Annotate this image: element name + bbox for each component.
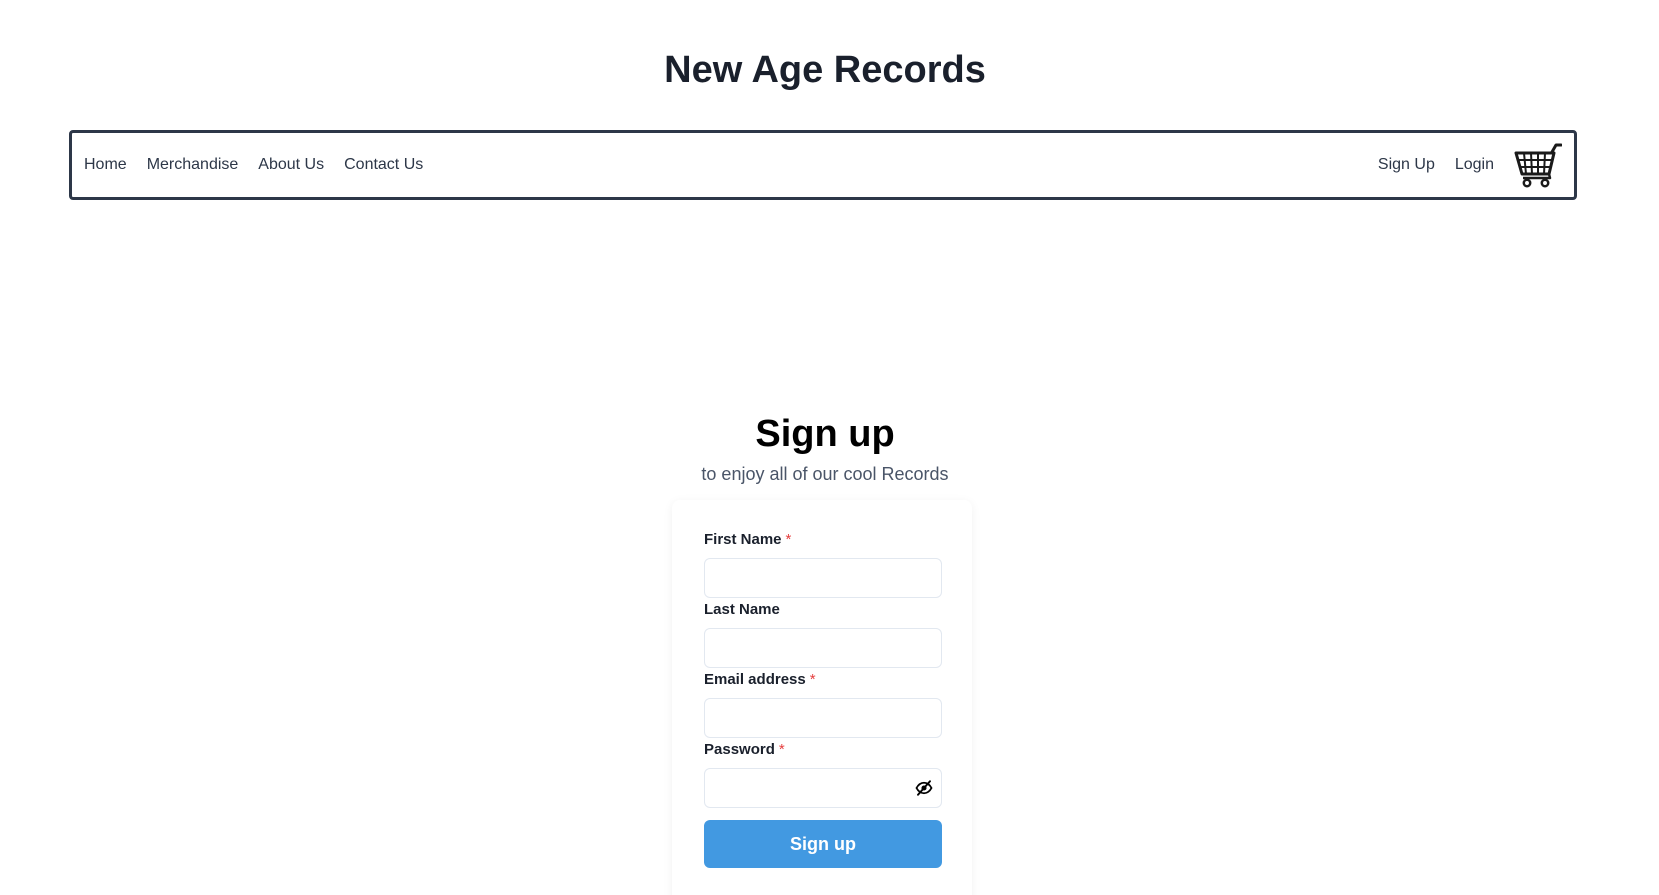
nav-right-group: Sign Up Login [1378,142,1562,188]
nav-link-about-us[interactable]: About Us [258,155,324,175]
last-name-input[interactable] [704,628,942,668]
nav-link-home[interactable]: Home [84,155,127,175]
page: New Age Records Home Merchandise About U… [0,0,1659,895]
password-label: Password * [704,740,785,760]
signup-form-card: First Name * Last Name Email address * Pas… [672,500,972,895]
email-label-text: Email address [704,671,806,688]
signup-heading: Sign up [755,413,895,455]
last-name-label: Last Name [704,600,780,620]
password-input[interactable] [704,768,942,808]
last-name-label-text: Last Name [704,601,780,618]
main-navbar: Home Merchandise About Us Contact Us Sig… [69,130,1577,200]
required-asterisk: * [785,531,792,548]
nav-link-merchandise[interactable]: Merchandise [147,155,239,175]
nav-link-contact-us[interactable]: Contact Us [344,155,423,175]
required-asterisk: * [778,741,785,758]
first-name-input[interactable] [704,558,942,598]
email-label: Email address * [704,670,816,690]
email-input[interactable] [704,698,942,738]
nav-link-login[interactable]: Login [1455,155,1494,175]
site-title: New Age Records [664,49,986,91]
eye-slash-icon[interactable] [912,776,936,800]
signup-submit-button[interactable]: Sign up [704,820,942,868]
shopping-cart-icon[interactable] [1514,142,1562,188]
first-name-label: First Name * [704,530,791,550]
signup-subheading: to enjoy all of our cool Records [701,464,949,484]
nav-left-group: Home Merchandise About Us Contact Us [84,155,443,175]
password-label-text: Password [704,741,775,758]
first-name-label-text: First Name [704,531,782,548]
nav-link-sign-up[interactable]: Sign Up [1378,155,1435,175]
required-asterisk: * [809,671,816,688]
